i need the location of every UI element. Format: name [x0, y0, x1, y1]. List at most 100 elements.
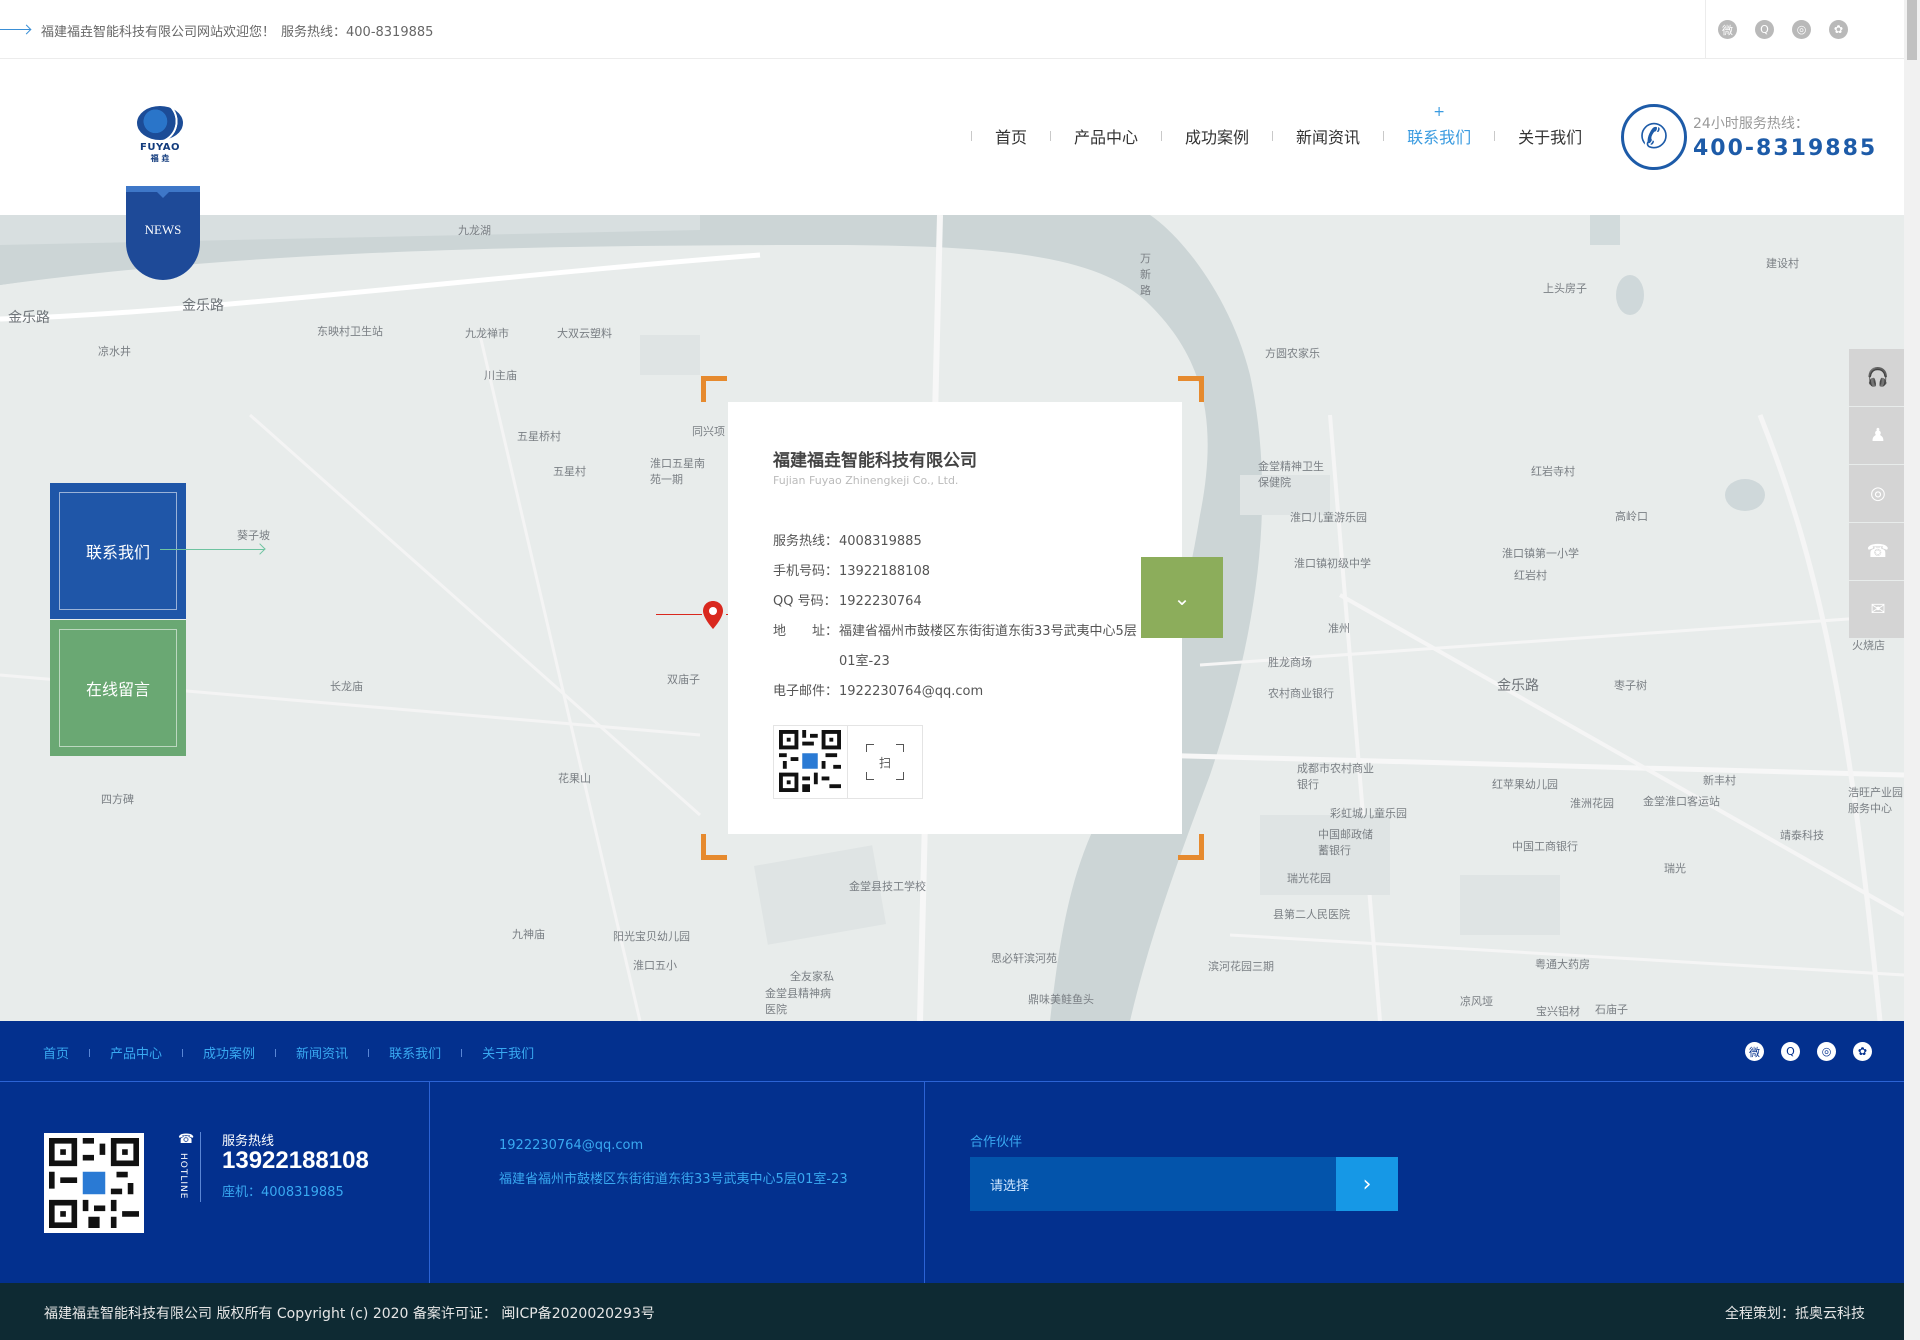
nav-cases[interactable]: 成功案例 [1185, 124, 1249, 148]
detail-row: 手机号码： 13922188108 [773, 557, 1137, 587]
map-label: 金堂精神卫生保健院 [1258, 460, 1324, 489]
online-message-button[interactable]: 在线留言 [50, 620, 186, 756]
news-badge[interactable]: NEWS [126, 186, 200, 280]
scrollbar-thumb[interactable] [1907, 0, 1917, 60]
map-label: 胜龙商场 [1268, 656, 1312, 669]
map-label: 阳光宝贝幼儿园 [613, 930, 690, 943]
weibo-icon[interactable]: 微 [1718, 20, 1737, 39]
weibo-icon[interactable]: 微 [1745, 1042, 1764, 1061]
detail-row: 地 址： 福建省福州市鼓楼区东街街道东街33号武夷中心5层01室-23 [773, 617, 1137, 677]
footer: 首页 产品中心 成功案例 新闻资讯 联系我们 关于我们 微 Q ◎ ✿ ☎ HO… [0, 1021, 1904, 1283]
map-label: 新丰村 [1703, 774, 1736, 787]
baidu-icon[interactable]: ✿ [1853, 1042, 1872, 1061]
map-label: 双庙子 [667, 673, 700, 686]
map-label: 花果山 [558, 772, 591, 785]
map-label: 瑞光花园 [1287, 872, 1331, 885]
map-label: 枣子树 [1614, 679, 1647, 692]
chevron-down-icon[interactable]: ⌄ [1141, 557, 1223, 638]
map-label: 淮口五星南苑一期 [650, 457, 705, 486]
map-label: 大双云塑料 [557, 327, 612, 340]
map-label: 农村商业银行 [1268, 687, 1334, 700]
top-hotline: 服务热线：400-8319885 [281, 25, 434, 40]
wechat-icon[interactable]: ◎ [1792, 20, 1811, 39]
logo-cn: 福 垚 [150, 154, 170, 163]
footer-nav-about[interactable]: 关于我们 [482, 1043, 534, 1062]
map-label: 红岩村 [1514, 569, 1547, 582]
map-label: 九龙湖 [458, 224, 491, 237]
chevron-right-icon[interactable]: › [1336, 1157, 1398, 1211]
partner-select[interactable]: 请选择 [970, 1157, 1336, 1211]
hotline-number: 400-8319885 [1693, 136, 1878, 161]
map-label: 淮口五小 [633, 959, 677, 972]
wechat-icon[interactable]: ◎ [1817, 1042, 1836, 1061]
map-pin-icon[interactable] [703, 601, 723, 629]
nav-separator [1494, 131, 1496, 141]
message-icon[interactable]: ✉ [1849, 581, 1904, 638]
nav-about[interactable]: 关于我们 [1518, 124, 1582, 148]
frame-corner [701, 376, 727, 402]
phone-icon: ✆ [1621, 104, 1687, 170]
wechat-icon[interactable]: ◎ [1849, 465, 1904, 522]
map-label: 金乐路 [8, 310, 50, 326]
qq-icon[interactable]: ♟ [1849, 407, 1904, 464]
logo[interactable]: FUYAO 福 垚 [134, 106, 186, 164]
hotline-vertical-text: HOTLINE [178, 1153, 188, 1200]
map-label: 上头房子 [1543, 282, 1587, 295]
nav-separator [1272, 131, 1274, 141]
qq-icon[interactable]: Q [1755, 20, 1774, 39]
nav-separator [1161, 131, 1163, 141]
qq-icon[interactable]: Q [1781, 1042, 1800, 1061]
detail-value: 1922230764 [839, 594, 922, 609]
partner-title: 合作伙伴 [970, 1135, 1023, 1150]
nav-contact[interactable]: 联系我们 [1407, 124, 1471, 148]
map-label: 全友家私 [790, 970, 834, 983]
hotline-label: 24小时服务热线： [1693, 116, 1809, 132]
logo-text: FUYAO [140, 142, 180, 153]
map-label: 金堂县技工学校 [849, 880, 926, 893]
map-label: 金堂县精神病医院 [765, 987, 831, 1016]
nav-products[interactable]: 产品中心 [1074, 124, 1138, 148]
map-label: 准州 [1328, 622, 1350, 635]
detail-row: 服务热线： 4008319885 [773, 527, 1137, 557]
qr-code-image [779, 730, 841, 792]
footer-nav-contact[interactable]: 联系我们 [389, 1043, 441, 1062]
detail-value[interactable]: 1922230764@qq.com [839, 677, 1137, 707]
divider [0, 1081, 1904, 1082]
nav-separator [461, 1048, 463, 1057]
map-label: 县第二人民医院 [1273, 908, 1350, 921]
contact-us-button[interactable]: 联系我们 [50, 483, 186, 619]
map-label: 川主庙 [484, 369, 517, 382]
floating-contact-bar: 🎧 ♟ ◎ ☎ ✉ [1849, 349, 1904, 639]
company-info-card: 福建福垚智能科技有限公司 Fujian Fuyao Zhinengkeji Co… [728, 402, 1182, 834]
arrow-decoration [0, 29, 30, 30]
top-social-links: 微 Q ◎ ✿ [1718, 20, 1848, 39]
map-label: 宝兴铝材 [1536, 1005, 1580, 1018]
headset-icon[interactable]: 🎧 [1849, 349, 1904, 406]
nav-home[interactable]: 首页 [995, 124, 1027, 148]
nav-separator [971, 131, 972, 141]
scrollbar[interactable] [1904, 0, 1920, 1340]
footer-nav-home[interactable]: 首页 [43, 1043, 69, 1062]
map-label: 五星村 [553, 465, 586, 478]
map-label: 淮口镇第一小学 [1502, 547, 1579, 560]
scan-icon[interactable]: 扫 [848, 726, 922, 798]
map-label: 粤通大药房 [1535, 958, 1590, 971]
footer-nav-products[interactable]: 产品中心 [110, 1043, 162, 1062]
detail-key: 服务热线： [773, 534, 839, 549]
map-label: 葵子坡 [237, 529, 270, 542]
frame-corner [1178, 834, 1204, 860]
frame-corner [1178, 376, 1204, 402]
map[interactable]: 九龙湖 金乐路 金乐路 凉水井 东映村卫生站 九龙禅市 大双云塑料 川主庙 五星… [0, 215, 1904, 1021]
footer-nav-cases[interactable]: 成功案例 [203, 1043, 255, 1062]
qr-code-image [49, 1138, 139, 1228]
phone-icon[interactable]: ☎ [1849, 523, 1904, 580]
nav-news[interactable]: 新闻资讯 [1296, 124, 1360, 148]
baidu-icon[interactable]: ✿ [1829, 20, 1848, 39]
nav-separator [89, 1048, 91, 1057]
divider [200, 1132, 201, 1202]
map-label: 高岭口 [1615, 510, 1648, 523]
map-label: 石庙子 [1595, 1003, 1628, 1016]
footer-email[interactable]: 1922230764@qq.com [499, 1138, 643, 1153]
footer-nav-news[interactable]: 新闻资讯 [296, 1043, 348, 1062]
map-label: 金乐路 [182, 298, 224, 314]
